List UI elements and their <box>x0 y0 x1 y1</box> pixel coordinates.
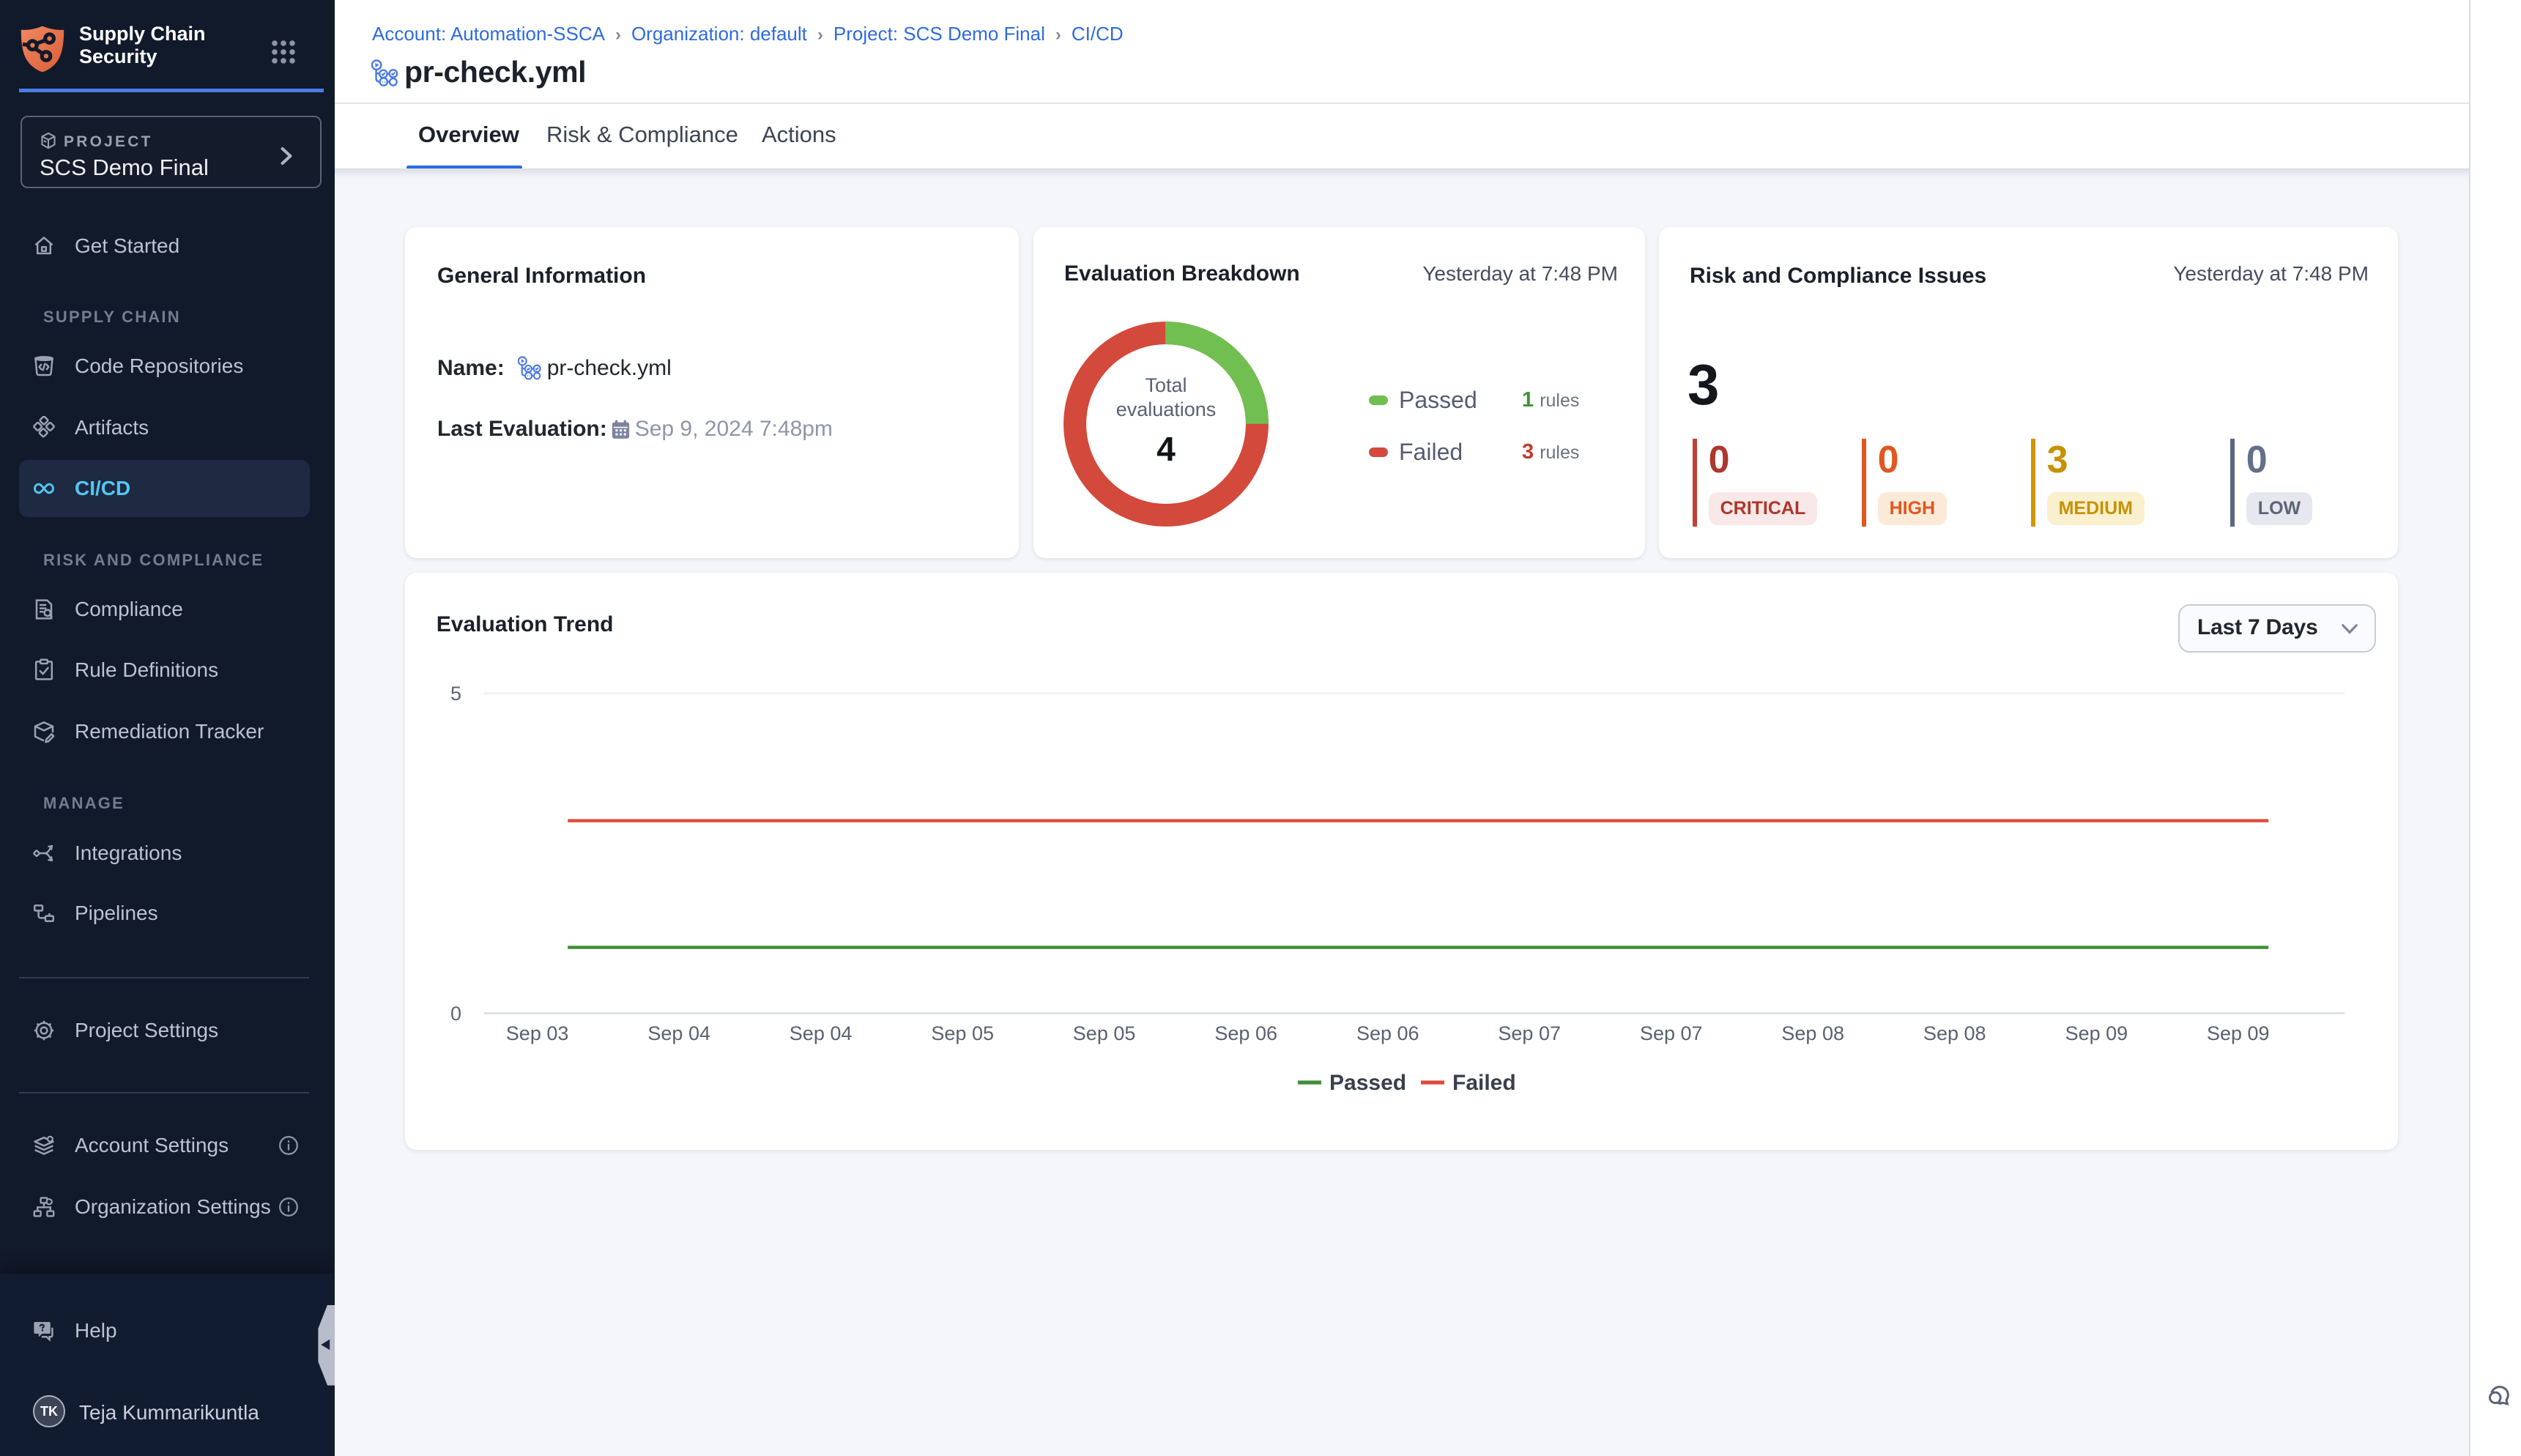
svg-text:0: 0 <box>450 1003 461 1025</box>
svg-text:Failed: Failed <box>1452 1071 1516 1095</box>
svg-text:Passed: Passed <box>1329 1071 1406 1095</box>
svg-text:Sep 08: Sep 08 <box>1781 1022 1844 1044</box>
svg-text:Sep 04: Sep 04 <box>790 1022 853 1044</box>
svg-text:Sep 09: Sep 09 <box>2065 1022 2128 1044</box>
svg-text:5: 5 <box>450 683 461 705</box>
svg-text:Sep 04: Sep 04 <box>647 1022 710 1044</box>
svg-text:Sep 05: Sep 05 <box>1073 1022 1136 1044</box>
svg-text:Sep 03: Sep 03 <box>506 1022 569 1044</box>
svg-text:Sep 08: Sep 08 <box>1923 1022 1986 1044</box>
svg-text:Sep 07: Sep 07 <box>1640 1022 1703 1044</box>
svg-text:Sep 05: Sep 05 <box>931 1022 994 1044</box>
svg-text:Sep 06: Sep 06 <box>1214 1022 1277 1044</box>
svg-text:Sep 07: Sep 07 <box>1498 1022 1561 1044</box>
svg-text:Sep 06: Sep 06 <box>1356 1022 1419 1044</box>
svg-text:Sep 09: Sep 09 <box>2207 1022 2270 1044</box>
